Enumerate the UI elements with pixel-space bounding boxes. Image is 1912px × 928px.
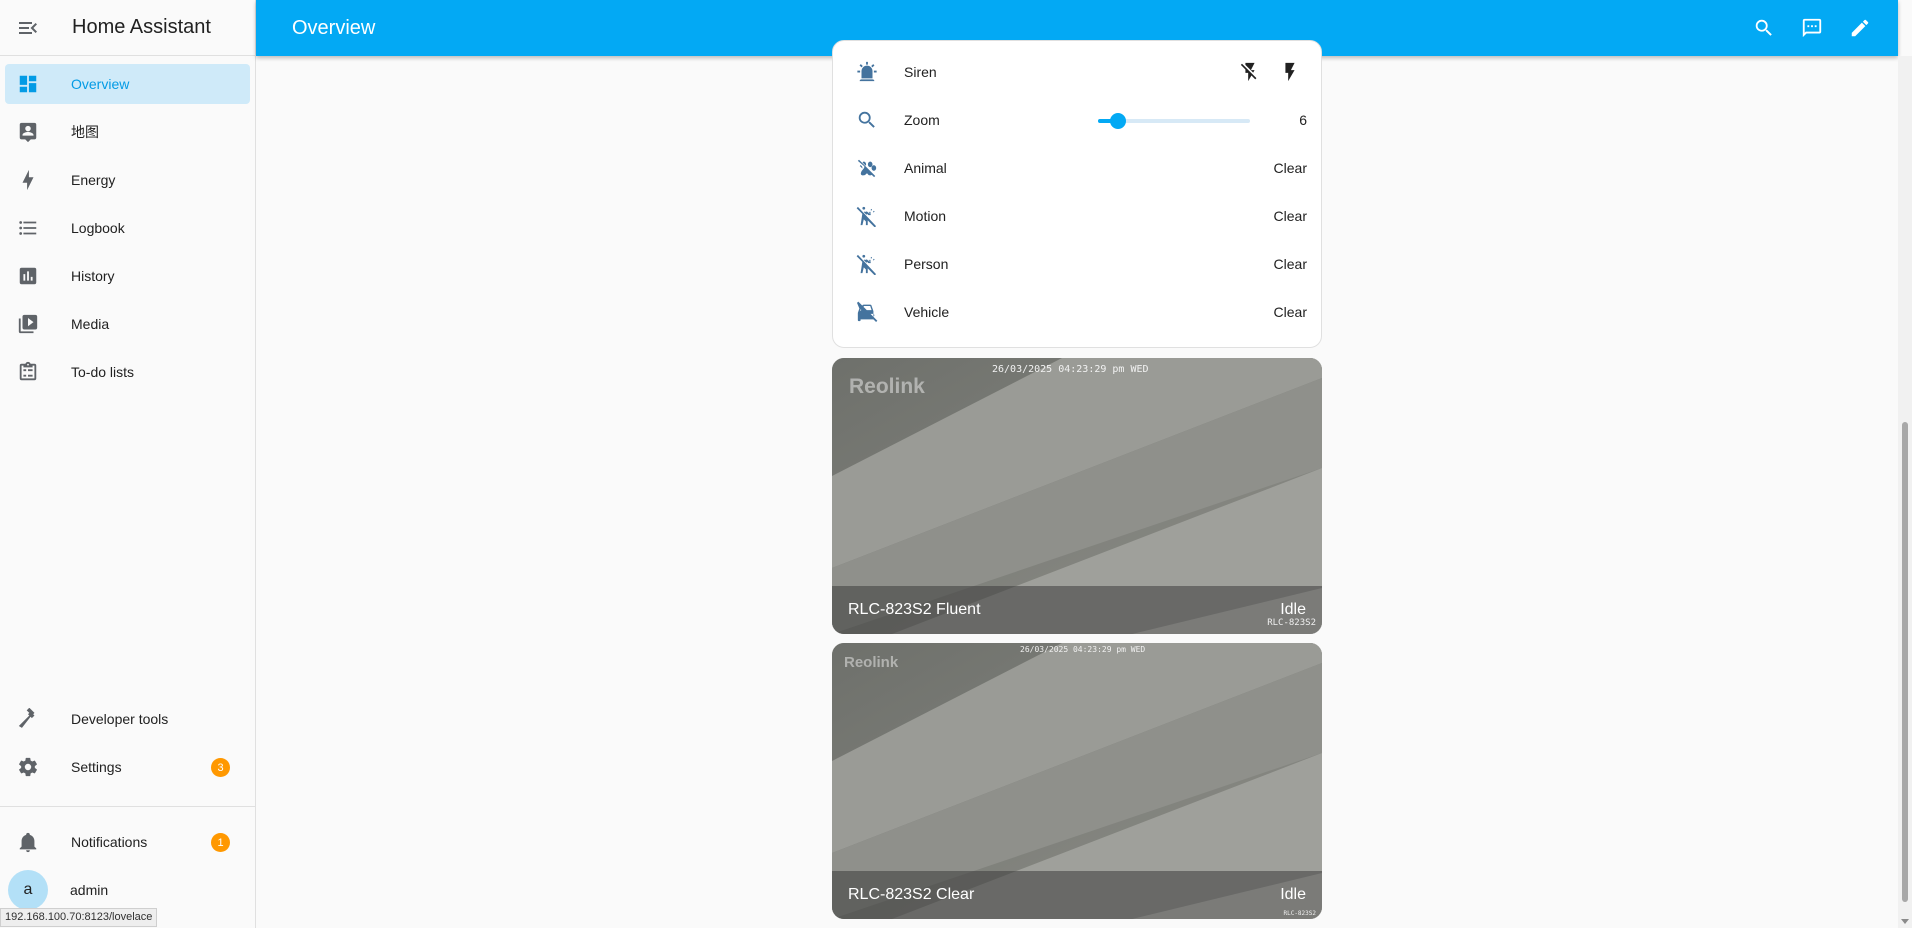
entity-state: Clear bbox=[1273, 256, 1307, 272]
magnify-icon bbox=[855, 108, 879, 132]
page-title: Overview bbox=[292, 16, 376, 39]
entity-row-person[interactable]: Person Clear bbox=[833, 240, 1323, 288]
entity-row-vehicle[interactable]: Vehicle Clear bbox=[833, 288, 1323, 336]
entity-state: Clear bbox=[1273, 160, 1307, 176]
sidebar-title: Home Assistant bbox=[72, 16, 211, 38]
sidebar-item-energy[interactable]: Energy bbox=[5, 160, 250, 200]
assist-button[interactable] bbox=[1788, 4, 1836, 52]
sidebar-item-label: History bbox=[71, 268, 115, 284]
camera-footer: RLC-823S2 Clear Idle bbox=[832, 871, 1322, 919]
topbar-actions bbox=[1740, 0, 1884, 56]
camera-card-fluent[interactable]: 26/03/2025 04:23:29 pm WED Reolink RLC-8… bbox=[832, 358, 1322, 634]
camera-logo: Reolink bbox=[844, 654, 899, 671]
motion-sensor-off-icon bbox=[855, 204, 879, 228]
sidebar-item-label: Logbook bbox=[71, 220, 125, 236]
flash-icon bbox=[1279, 61, 1301, 83]
logbook-list-icon bbox=[16, 216, 40, 240]
sidebar-nav: Overview 地图 Energy Logbook History Media… bbox=[0, 56, 255, 392]
camera-name: RLC-823S2 Clear bbox=[848, 886, 975, 903]
menu-open-icon bbox=[16, 16, 40, 40]
sidebar-item-media[interactable]: Media bbox=[5, 304, 250, 344]
sidebar-item-label: Media bbox=[71, 316, 110, 332]
pencil-icon bbox=[1849, 17, 1871, 39]
entity-name: Person bbox=[904, 256, 949, 272]
status-bar-url: 192.168.100.70:8123/lovelace bbox=[0, 908, 158, 927]
settings-badge: 3 bbox=[211, 758, 230, 777]
menu-toggle-button[interactable] bbox=[0, 0, 56, 56]
sidebar-item-todo[interactable]: To-do lists bbox=[5, 352, 250, 392]
entity-state: 6 bbox=[1299, 112, 1307, 128]
sidebar-item-user[interactable]: a admin bbox=[0, 870, 251, 910]
camera-watermark: RLC-823S2 bbox=[1283, 910, 1316, 917]
siren-off-button[interactable] bbox=[1238, 60, 1262, 84]
edit-dashboard-button[interactable] bbox=[1836, 4, 1884, 52]
search-icon bbox=[1753, 17, 1775, 39]
lightning-bolt-icon bbox=[16, 168, 40, 192]
camera-footer: RLC-823S2 Fluent Idle bbox=[832, 586, 1322, 634]
page-scrollbar[interactable] bbox=[1898, 56, 1912, 928]
camera-name: RLC-823S2 Fluent bbox=[848, 601, 981, 618]
entity-name: Animal bbox=[904, 160, 947, 176]
entity-row-motion[interactable]: Motion Clear bbox=[833, 192, 1323, 240]
hammer-icon bbox=[16, 707, 40, 731]
entity-state: Clear bbox=[1273, 304, 1307, 320]
scrollbar-thumb[interactable] bbox=[1902, 422, 1908, 902]
search-button[interactable] bbox=[1740, 4, 1788, 52]
camera-logo: Reolink bbox=[849, 375, 925, 398]
sidebar-item-history[interactable]: History bbox=[5, 256, 250, 296]
entity-row-zoom: Zoom 6 bbox=[833, 96, 1323, 144]
entity-name: Siren bbox=[904, 64, 937, 80]
entity-name: Vehicle bbox=[904, 304, 950, 320]
notifications-badge: 1 bbox=[211, 833, 230, 852]
sidebar-item-overview[interactable]: Overview bbox=[5, 64, 250, 104]
scroll-down-arrow-icon[interactable] bbox=[1901, 919, 1909, 924]
sidebar-item-label: Settings bbox=[71, 759, 122, 775]
sidebar-item-label: To-do lists bbox=[71, 364, 135, 380]
sidebar-item-notifications[interactable]: Notifications 1 bbox=[5, 822, 251, 862]
chart-box-icon bbox=[16, 264, 40, 288]
car-off-icon bbox=[855, 300, 879, 324]
sidebar-bottom-nav: Developer tools Settings 3 bbox=[0, 699, 256, 795]
sidebar-item-label: Energy bbox=[71, 172, 116, 188]
alarm-light-icon bbox=[855, 60, 879, 84]
sidebar-item-label: admin bbox=[70, 882, 109, 898]
sidebar-item-developer-tools[interactable]: Developer tools bbox=[5, 699, 251, 739]
sidebar-item-label: Developer tools bbox=[71, 711, 169, 727]
sidebar-item-label: 地图 bbox=[71, 124, 99, 140]
camera-timestamp: 26/03/2025 04:23:29 pm WED bbox=[1020, 645, 1146, 654]
entities-card: Siren Zoom 6 Animal Clear Motion Clear P… bbox=[832, 40, 1322, 348]
play-box-multiple-icon bbox=[16, 312, 40, 336]
motion-sensor-off-icon bbox=[855, 252, 879, 276]
gear-icon bbox=[16, 755, 40, 779]
comment-processing-icon bbox=[1801, 17, 1823, 39]
map-account-icon bbox=[16, 120, 40, 144]
camera-watermark: RLC-823S2 bbox=[1267, 618, 1316, 628]
siren-on-button[interactable] bbox=[1278, 60, 1302, 84]
sidebar-item-logbook[interactable]: Logbook bbox=[5, 208, 250, 248]
sidebar-item-map[interactable]: 地图 bbox=[5, 112, 250, 152]
paw-off-icon bbox=[855, 156, 879, 180]
entity-row-siren[interactable]: Siren bbox=[833, 48, 1323, 96]
sidebar-footer: Notifications 1 a admin bbox=[0, 806, 256, 918]
sidebar-header: Home Assistant bbox=[0, 0, 255, 56]
zoom-slider-handle[interactable] bbox=[1110, 113, 1126, 129]
zoom-slider[interactable] bbox=[1098, 113, 1250, 129]
entity-state: Clear bbox=[1273, 208, 1307, 224]
avatar: a bbox=[8, 870, 48, 910]
entity-name: Zoom bbox=[904, 112, 940, 128]
clipboard-list-icon bbox=[16, 360, 40, 384]
camera-state: Idle bbox=[1280, 886, 1306, 903]
camera-card-clear[interactable]: 26/03/2025 04:23:29 pm WED Reolink RLC-8… bbox=[832, 643, 1322, 919]
entity-row-animal[interactable]: Animal Clear bbox=[833, 144, 1323, 192]
entity-name: Motion bbox=[904, 208, 947, 224]
camera-timestamp: 26/03/2025 04:23:29 pm WED bbox=[992, 364, 1149, 375]
camera-state: Idle bbox=[1280, 601, 1306, 618]
sidebar-item-settings[interactable]: Settings 3 bbox=[5, 747, 251, 787]
sidebar-item-label: Notifications bbox=[71, 834, 148, 850]
flash-off-icon bbox=[1239, 61, 1261, 83]
dashboard-icon bbox=[16, 72, 40, 96]
sidebar: Home Assistant Overview 地图 Energy Logboo… bbox=[0, 0, 256, 928]
sidebar-item-label: Overview bbox=[71, 76, 130, 92]
bell-icon bbox=[16, 830, 40, 854]
